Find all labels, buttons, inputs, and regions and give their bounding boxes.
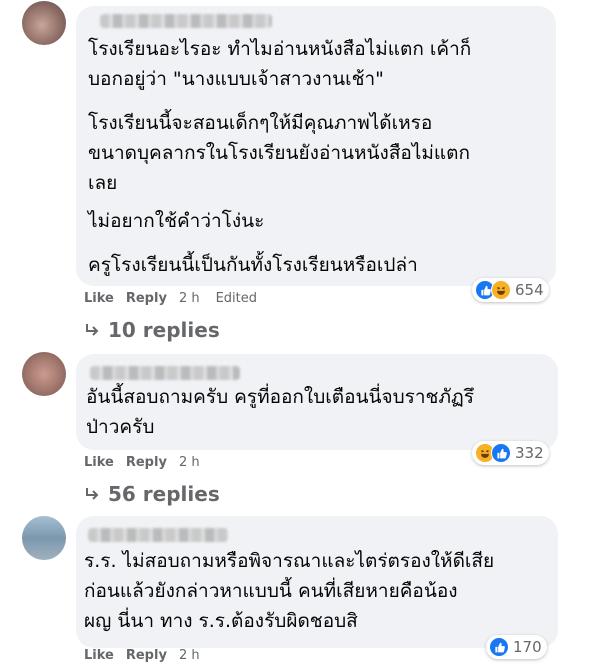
like-icon [491, 443, 511, 463]
comment-text-line: ขนาดบุคลากรในโรงเรียนยังอ่านหนังสือไม่แต… [88, 142, 470, 164]
comment-actions: Like Reply 2 h [84, 648, 200, 663]
comment-text-line: ครูโรงเรียนนี้เป็นกันทั้งโรงเรียนหรือเปล… [88, 254, 418, 276]
comment-text-line: ร.ร. ไม่สอบถามหรือพิจารณาและไตร่ตรองให้ด… [84, 550, 495, 572]
comment-text-line: ไม่อยากใช้คำว่าโง่นะ [88, 210, 265, 232]
reaction-summary[interactable]: 170 [486, 635, 547, 659]
comment-text-line: เลย [88, 172, 118, 194]
timestamp[interactable]: 2 h [179, 291, 200, 306]
view-replies-button[interactable]: 56 replies [84, 482, 220, 506]
commenter-name-blurred[interactable] [100, 14, 272, 28]
like-icon [489, 637, 509, 657]
comment-text-line: ป่าวครับ [86, 416, 155, 438]
like-link[interactable]: Like [84, 455, 114, 470]
reaction-summary[interactable]: 332 [472, 441, 549, 465]
replies-count: 56 replies [108, 482, 220, 506]
like-link[interactable]: Like [84, 648, 114, 663]
reply-arrow-icon [86, 488, 99, 500]
commenter-name-blurred[interactable] [88, 528, 228, 542]
commenter-avatar[interactable] [22, 516, 66, 560]
reaction-count: 654 [515, 281, 544, 299]
reply-link[interactable]: Reply [126, 648, 167, 663]
timestamp[interactable]: 2 h [179, 648, 200, 663]
like-link[interactable]: Like [84, 291, 114, 306]
comment-text-line: บอกอยู่ว่า "นางแบบเจ้าสาวงานเช้า" [88, 68, 384, 90]
haha-icon [491, 280, 511, 300]
reaction-count: 170 [513, 638, 542, 656]
view-replies-button[interactable]: 10 replies [84, 318, 220, 342]
commenter-avatar[interactable] [22, 352, 66, 396]
comment-text-line: โรงเรียนนี้จะสอนเด็กๆให้มีคุณภาพได้เหรอ [88, 112, 433, 134]
comment-text-line: โรงเรียนอะไรอะ ทำไมอ่านหนังสือไม่แตก เค้… [88, 38, 472, 60]
reaction-count: 332 [515, 444, 544, 462]
replies-count: 10 replies [108, 318, 220, 342]
comment-actions: Like Reply 2 h Edited [84, 291, 257, 306]
comment-text-line: ผญ นี่นา ทาง ร.ร.ต้องรับผิดชอบสิ [84, 610, 358, 632]
timestamp[interactable]: 2 h [179, 455, 200, 470]
reply-link[interactable]: Reply [126, 291, 167, 306]
reply-arrow-icon [86, 324, 99, 336]
comment-text-line: อันนี้สอบถามครับ ครูที่ออกใบเตือนนี่จบรา… [86, 386, 474, 408]
comment-text-line: ก่อนแล้วยังกล่าวหาแบบนี้ คนที่เสียหายคือ… [84, 580, 458, 602]
reply-link[interactable]: Reply [126, 455, 167, 470]
commenter-avatar[interactable] [22, 1, 66, 45]
reaction-summary[interactable]: 654 [472, 278, 549, 302]
commenter-name-blurred[interactable] [90, 366, 240, 380]
comment-actions: Like Reply 2 h [84, 455, 200, 470]
edited-label: Edited [215, 291, 258, 306]
